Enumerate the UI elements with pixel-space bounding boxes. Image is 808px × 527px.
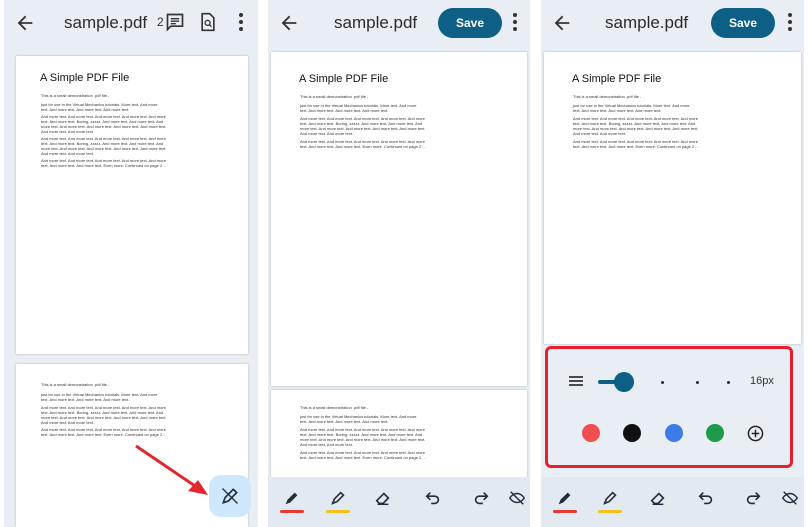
doc-text: This is a small demonstration .pdf file …	[300, 94, 369, 99]
add-color-icon[interactable]	[747, 425, 764, 442]
highlighter-color-indicator	[326, 510, 350, 513]
pen-tool-button[interactable]	[280, 489, 304, 515]
doc-text: This is a small demonstration .pdf file …	[300, 405, 369, 410]
pdf-page-2: This is a small demonstration .pdf file …	[271, 390, 527, 480]
doc-text: text. And more text. And more text. And …	[300, 108, 389, 113]
line-weight-icon	[569, 376, 583, 386]
redo-icon[interactable]	[744, 489, 762, 507]
annotation-toolbar	[541, 477, 804, 527]
viewer-panel: sample.pdf 2 A Simple PDF File This is a…	[4, 0, 258, 527]
more-options-icon[interactable]	[238, 13, 244, 33]
back-arrow-icon[interactable]	[14, 12, 36, 34]
callout-arrow	[135, 444, 208, 495]
edit-pen-icon	[222, 488, 238, 504]
stroke-settings-sheet: 16px	[545, 346, 793, 468]
back-arrow-icon[interactable]	[551, 12, 573, 34]
doc-text: And more text. And more text.	[300, 131, 353, 136]
doc-heading: A Simple PDF File	[40, 72, 130, 84]
pdf-page-1: A Simple PDF File This is a small demons…	[544, 52, 801, 344]
top-app-bar: sample.pdf Save	[268, 0, 530, 46]
stroke-size-slider[interactable]	[598, 372, 730, 392]
eraser-icon[interactable]	[649, 489, 667, 507]
pen-icon	[558, 492, 571, 505]
top-app-bar: sample.pdf 2	[4, 0, 258, 46]
top-app-bar: sample.pdf Save	[541, 0, 804, 46]
pen-icon	[285, 492, 298, 505]
more-options-icon[interactable]	[512, 13, 518, 33]
highlighter-icon	[603, 491, 617, 505]
slider-thumb[interactable]	[614, 372, 635, 392]
pen-settings-panel: sample.pdf Save A Simple PDF File This i…	[541, 0, 804, 527]
pdf-page-1: A Simple PDF File This is a small demons…	[16, 56, 248, 354]
slider-tick	[661, 381, 664, 384]
color-swatch-blue[interactable]	[665, 424, 683, 442]
slider-tick	[696, 381, 699, 384]
color-swatch-green[interactable]	[706, 424, 724, 442]
more-options-icon[interactable]	[787, 13, 793, 33]
slider-tick	[727, 381, 730, 384]
pen-color-indicator	[280, 510, 304, 513]
doc-text: text. And more text. And more text. Even…	[300, 144, 426, 149]
highlighter-color-indicator	[598, 510, 622, 513]
color-swatch-black[interactable]	[623, 424, 641, 442]
doc-text: text. And more text. And more text. And …	[41, 107, 130, 112]
doc-text: And more text. And more text.	[41, 129, 94, 134]
highlighter-icon	[331, 491, 345, 505]
save-button[interactable]: Save	[711, 8, 775, 38]
doc-text: text. And more text. And more text. And …	[41, 397, 130, 402]
undo-icon[interactable]	[424, 489, 442, 507]
document-title: sample.pdf	[334, 13, 418, 32]
doc-text: text. And more text. And more text. Even…	[41, 163, 167, 168]
redo-icon[interactable]	[472, 489, 490, 507]
doc-text: text. And more text. And more text. Even…	[300, 455, 426, 460]
doc-heading: A Simple PDF File	[299, 73, 389, 85]
undo-icon[interactable]	[697, 489, 715, 507]
save-button[interactable]: Save	[438, 8, 502, 38]
annotate-panel: sample.pdf Save A Simple PDF File This i…	[268, 0, 530, 527]
doc-text: text. And more text. And more text. And …	[573, 108, 662, 113]
document-title: sample.pdf	[64, 13, 148, 32]
doc-text: This is a small demonstration .pdf file …	[573, 94, 642, 99]
stroke-size-value: 16px	[750, 375, 774, 387]
doc-text: And more text. And more text.	[41, 420, 94, 425]
annotate-fab[interactable]	[209, 475, 251, 517]
document-search-icon[interactable]	[199, 12, 217, 32]
comments-icon[interactable]	[165, 12, 185, 32]
pen-color-indicator	[553, 510, 577, 513]
doc-text: text. And more text. And more text. And …	[300, 419, 389, 424]
document-title: sample.pdf	[605, 13, 689, 32]
back-arrow-icon[interactable]	[278, 12, 300, 34]
hide-annotations-icon[interactable]	[508, 489, 526, 507]
doc-text: This is a small demonstration .pdf file …	[41, 382, 110, 387]
doc-text: And more text. And more text.	[573, 131, 626, 136]
pdf-page-1: A Simple PDF File This is a small demons…	[271, 52, 527, 386]
highlighter-tool-button[interactable]	[326, 489, 350, 515]
doc-text: And more text. And more text.	[300, 442, 353, 447]
pen-tool-button[interactable]	[553, 489, 577, 515]
eraser-icon[interactable]	[374, 489, 392, 507]
doc-heading: A Simple PDF File	[572, 73, 662, 85]
color-swatch-red[interactable]	[582, 424, 600, 442]
doc-text: text. And more text. And more text. Even…	[573, 144, 699, 149]
annotation-toolbar	[268, 477, 530, 527]
comment-count: 2	[157, 15, 164, 29]
doc-text: This is a small demonstration .pdf file …	[41, 93, 110, 98]
doc-text: text. And more text. And more text. Even…	[41, 432, 167, 437]
highlighter-tool-button[interactable]	[598, 489, 622, 515]
doc-text: And more text. And more text.	[41, 151, 94, 156]
hide-annotations-icon[interactable]	[781, 489, 799, 507]
